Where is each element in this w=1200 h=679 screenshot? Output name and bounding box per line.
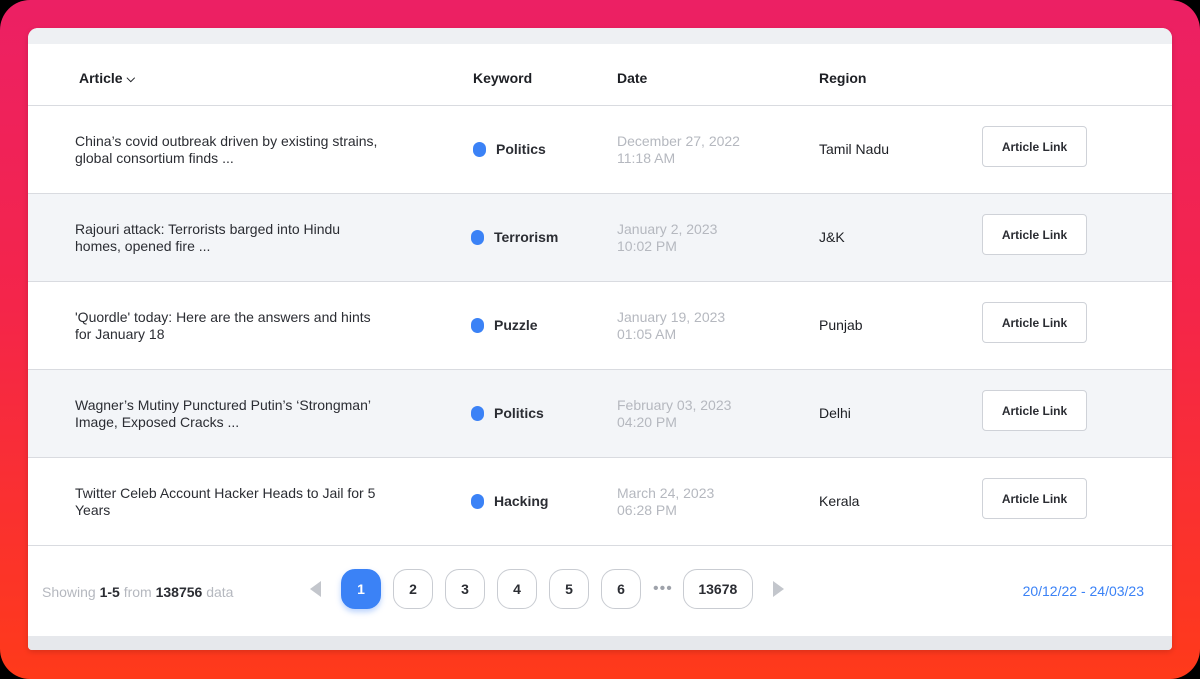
dot-icon xyxy=(471,229,484,245)
time-value: 06:28 PM xyxy=(617,502,677,518)
column-header-region: Region xyxy=(819,70,867,86)
table-row: Twitter Celeb Account Hacker Heads to Ja… xyxy=(28,458,1172,546)
page-button-2[interactable]: 2 xyxy=(393,569,433,609)
date-value: February 03, 2023 xyxy=(617,397,732,413)
article-link-button[interactable]: Article Link xyxy=(982,390,1087,431)
table-row: 'Quordle' today: Here are the answers an… xyxy=(28,282,1172,370)
article-title-line: global consortium finds ... xyxy=(75,150,234,166)
article-title: 'Quordle' today: Here are the answers an… xyxy=(75,309,415,343)
article-title-line: for January 18 xyxy=(75,326,165,342)
keyword-label: Hacking xyxy=(494,493,549,509)
time-value: 04:20 PM xyxy=(617,414,677,430)
page-button-5[interactable]: 5 xyxy=(549,569,589,609)
showing-total: 138756 xyxy=(155,584,203,600)
gradient-frame: Article ⌵ Keyword Date Region China’s cov… xyxy=(0,0,1200,679)
column-header-date: Date xyxy=(617,70,648,86)
article-title: China’s covid outbreak driven by existin… xyxy=(75,133,415,167)
keyword-label: Puzzle xyxy=(494,317,538,333)
showing-suffix: data xyxy=(206,584,234,600)
page-button-1[interactable]: 1 xyxy=(341,569,381,609)
article-title-line: China’s covid outbreak driven by existin… xyxy=(75,133,378,149)
table-row: Rajouri attack: Terrorists barged into H… xyxy=(28,194,1172,282)
date-range[interactable]: 20/12/22 - 24/03/23 xyxy=(1023,583,1144,599)
article-title: Rajouri attack: Terrorists barged into H… xyxy=(75,221,415,255)
keyword-tag: Puzzle xyxy=(471,317,538,333)
article-link-button[interactable]: Article Link xyxy=(982,302,1087,343)
dot-icon xyxy=(471,317,484,333)
column-header-keyword: Keyword xyxy=(473,70,533,86)
article-title-line: Rajouri attack: Terrorists barged into H… xyxy=(75,221,341,237)
article-date: February 03, 2023 04:20 PM xyxy=(617,397,731,431)
date-value: December 27, 2022 xyxy=(617,133,740,149)
pagination: 1 2 3 4 5 6 ••• 13678 xyxy=(310,569,784,609)
article-title-line: Twitter Celeb Account Hacker Heads to Ja… xyxy=(75,485,376,501)
dot-icon xyxy=(471,493,484,509)
article-date: January 19, 2023 01:05 AM xyxy=(617,309,725,343)
region-value: Kerala xyxy=(819,493,860,509)
caret-left-icon[interactable] xyxy=(310,581,321,597)
region-value: Delhi xyxy=(819,405,851,421)
column-header-article[interactable]: Article ⌵ xyxy=(79,70,135,86)
page-button-6[interactable]: 6 xyxy=(601,569,641,609)
date-value: January 19, 2023 xyxy=(617,309,726,325)
card-bottom-strip xyxy=(28,636,1172,650)
caret-right-icon[interactable] xyxy=(772,581,784,597)
table-body: China’s covid outbreak driven by existin… xyxy=(28,106,1172,546)
time-value: 01:05 AM xyxy=(617,326,677,342)
region-value: J&K xyxy=(819,229,845,245)
article-date: December 27, 2022 11:18 AM xyxy=(617,133,740,167)
pagination-ellipsis: ••• xyxy=(653,580,673,597)
date-value: March 24, 2023 xyxy=(617,485,715,501)
article-link-button[interactable]: Article Link xyxy=(982,478,1087,519)
chevron-down-icon[interactable]: ⌵ xyxy=(127,73,135,86)
page-button-4[interactable]: 4 xyxy=(497,569,537,609)
article-date: March 24, 2023 06:28 PM xyxy=(617,485,714,519)
pagination-summary: Showing 1-5 from 138756 data xyxy=(42,584,233,600)
keyword-tag: Terrorism xyxy=(471,229,558,245)
showing-prefix: Showing xyxy=(42,584,96,600)
card-top-strip xyxy=(28,28,1172,44)
keyword-tag: Politics xyxy=(473,141,546,157)
article-title-line: Years xyxy=(75,502,111,518)
article-link-button[interactable]: Article Link xyxy=(982,214,1087,255)
table-header: Article ⌵ Keyword Date Region xyxy=(28,44,1172,106)
article-title: Wagner’s Mutiny Punctured Putin’s ‘Stron… xyxy=(75,397,415,431)
keyword-label: Politics xyxy=(494,405,544,421)
articles-table-card: Article ⌵ Keyword Date Region China’s cov… xyxy=(28,28,1172,650)
article-date: January 2, 2023 10:02 PM xyxy=(617,221,717,255)
page-button-3[interactable]: 3 xyxy=(445,569,485,609)
dot-icon xyxy=(473,141,486,157)
article-title-line: Wagner’s Mutiny Punctured Putin’s ‘Stron… xyxy=(75,397,371,413)
article-title-line: Image, Exposed Cracks ... xyxy=(75,414,240,430)
article-title: Twitter Celeb Account Hacker Heads to Ja… xyxy=(75,485,415,519)
showing-from: from xyxy=(123,584,152,600)
article-title-line: homes, opened fire ... xyxy=(75,238,211,254)
time-value: 11:18 AM xyxy=(617,150,676,166)
keyword-label: Terrorism xyxy=(494,229,559,245)
page-button-last[interactable]: 13678 xyxy=(682,569,753,609)
showing-range: 1-5 xyxy=(99,584,120,600)
article-title-line: 'Quordle' today: Here are the answers an… xyxy=(75,309,371,325)
dot-icon xyxy=(471,405,484,421)
time-value: 10:02 PM xyxy=(617,238,677,254)
region-value: Punjab xyxy=(819,317,863,333)
date-value: January 2, 2023 xyxy=(617,221,718,237)
article-link-button[interactable]: Article Link xyxy=(982,126,1087,167)
column-header-article-label: Article xyxy=(79,70,123,86)
keyword-label: Politics xyxy=(496,141,546,157)
table-footer: Showing 1-5 from 138756 data 1 2 3 4 5 6… xyxy=(28,546,1172,636)
keyword-tag: Politics xyxy=(471,405,544,421)
region-value: Tamil Nadu xyxy=(819,141,890,157)
table-row: China’s covid outbreak driven by existin… xyxy=(28,106,1172,194)
keyword-tag: Hacking xyxy=(471,493,548,509)
table-row: Wagner’s Mutiny Punctured Putin’s ‘Stron… xyxy=(28,370,1172,458)
